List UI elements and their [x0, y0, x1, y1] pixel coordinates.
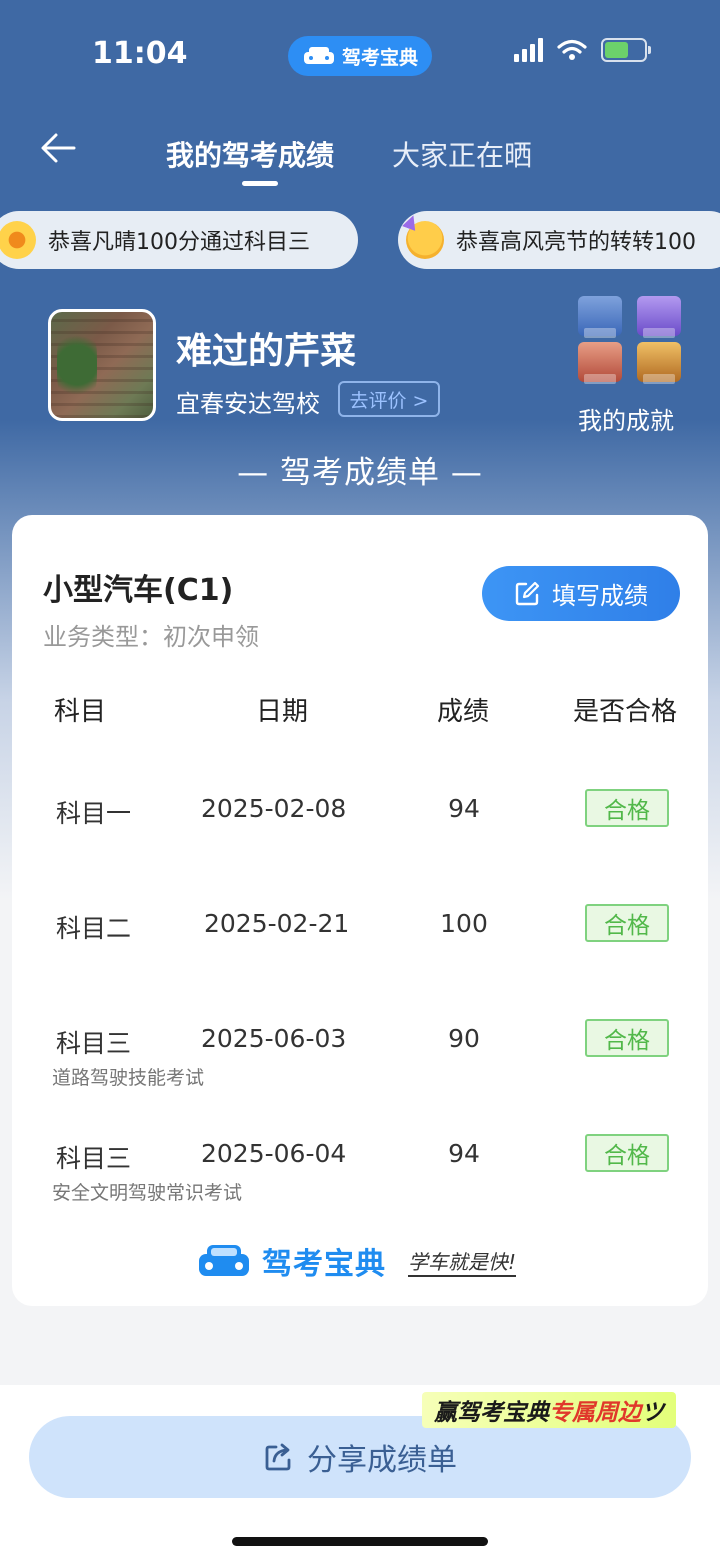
app-pill: 驾考宝典	[288, 36, 432, 76]
score-card: 小型汽车(C1) 业务类型：初次申领 填写成绩 科目 日期 成绩 是否合格 科目…	[12, 515, 708, 1306]
ticker-text: 恭喜高风亮节的转转100	[456, 230, 696, 255]
row-subject: 科目一	[56, 799, 132, 828]
home-indicator	[232, 1537, 488, 1546]
avatar[interactable]	[48, 309, 156, 421]
app-pill-label: 驾考宝典	[341, 46, 418, 69]
my-achievements-link[interactable]: 我的成就	[578, 401, 674, 436]
row-score: 94	[448, 794, 480, 823]
badge-icon	[578, 296, 622, 338]
fill-score-label: 填写成绩	[552, 582, 648, 610]
header-date: 日期	[256, 697, 309, 727]
promo-suffix: ツ	[641, 1400, 664, 1426]
pass-badge: 合格	[585, 1134, 669, 1172]
row-subject: 科目三	[56, 1144, 132, 1173]
status-time: 11:04	[92, 36, 188, 71]
pass-badge: 合格	[585, 1019, 669, 1057]
sunflower-emoji-icon	[0, 221, 36, 259]
tab-others-sharing[interactable]: 大家正在晒	[392, 134, 532, 174]
brand-slogan: 学车就是快!	[408, 1246, 517, 1277]
car-logo-icon	[199, 1245, 249, 1276]
share-label: 分享成绩单	[307, 1443, 457, 1478]
row-date: 2025-02-21	[204, 909, 350, 938]
row-score: 100	[440, 909, 488, 938]
business-type: 业务类型：初次申领	[43, 623, 259, 651]
row-subtitle: 安全文明驾驶常识考试	[52, 1182, 243, 1204]
header-score: 成绩	[437, 697, 490, 727]
rate-school-button[interactable]: 去评价 >	[338, 381, 440, 417]
tab-my-scores[interactable]: 我的驾考成绩	[166, 134, 334, 174]
promo-banner[interactable]: 赢驾考宝典 专属周边ツ	[422, 1392, 676, 1428]
pass-badge: 合格	[585, 789, 669, 827]
tab-active-indicator	[242, 181, 278, 186]
party-face-emoji-icon	[406, 221, 444, 259]
share-icon	[265, 1443, 291, 1471]
battery-icon	[601, 38, 651, 62]
user-name: 难过的芹菜	[176, 331, 357, 372]
row-subject: 科目三	[56, 1029, 132, 1058]
row-score: 90	[448, 1024, 480, 1053]
achievement-badges[interactable]	[578, 296, 684, 384]
badge-icon	[637, 296, 681, 338]
wifi-icon	[557, 39, 587, 60]
edit-icon	[515, 581, 540, 605]
vehicle-type: 小型汽车(C1)	[43, 573, 234, 608]
badge-icon	[637, 342, 681, 384]
row-subject: 科目二	[56, 914, 132, 943]
brand-footer: 驾考宝典 学车就是快!	[196, 1239, 517, 1283]
badge-icon	[578, 342, 622, 384]
driving-school-name: 宜春安达驾校	[176, 390, 320, 418]
ticker-text: 恭喜凡晴100分通过科目三	[48, 230, 310, 255]
row-date: 2025-06-03	[201, 1024, 347, 1053]
signal-icon	[514, 38, 543, 62]
row-subtitle: 道路驾驶技能考试	[52, 1067, 205, 1089]
promo-highlight: 专属周边	[549, 1400, 641, 1426]
section-title: — 驾考成绩单 —	[237, 455, 483, 491]
row-date: 2025-02-08	[201, 794, 347, 823]
congrats-ticker-item: 恭喜高风亮节的转转100	[398, 211, 720, 269]
back-arrow-icon[interactable]	[38, 130, 78, 166]
share-scorecard-button[interactable]: 分享成绩单	[29, 1416, 691, 1498]
fill-score-button[interactable]: 填写成绩	[482, 566, 680, 621]
pass-badge: 合格	[585, 904, 669, 942]
status-icons	[514, 38, 651, 62]
brand-name: 驾考宝典	[262, 1247, 386, 1282]
header-subject: 科目	[54, 697, 107, 727]
header-passed: 是否合格	[573, 697, 678, 727]
promo-prefix: 赢驾考宝典	[434, 1400, 549, 1426]
row-score: 94	[448, 1139, 480, 1168]
car-icon	[303, 47, 334, 64]
congrats-ticker-item: 恭喜凡晴100分通过科目三	[0, 211, 358, 269]
row-date: 2025-06-04	[201, 1139, 347, 1168]
